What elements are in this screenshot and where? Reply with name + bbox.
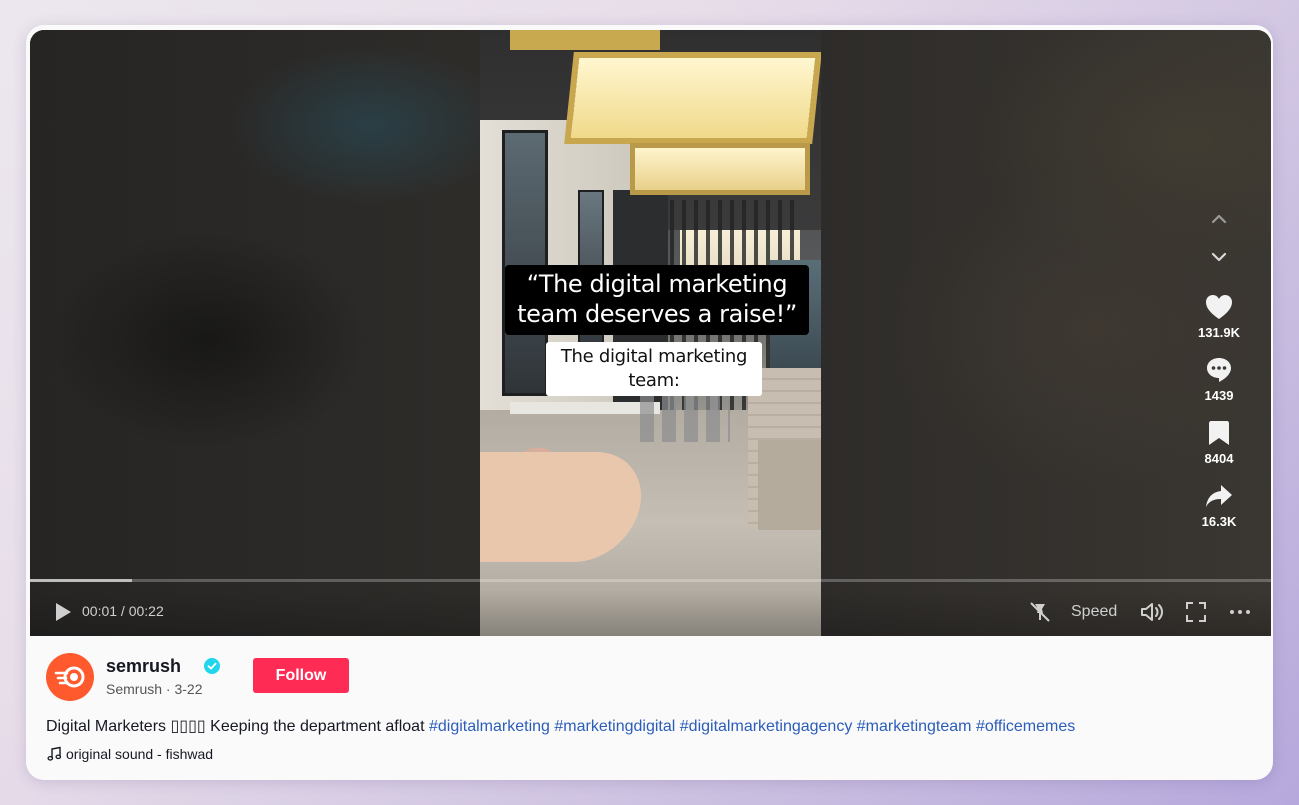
comment-count: 1439 xyxy=(1204,388,1234,403)
follow-button[interactable]: Follow xyxy=(253,658,349,693)
hashtag-link[interactable]: #digitalmarketingagency xyxy=(680,718,853,735)
verified-icon xyxy=(204,658,220,674)
hashtag-link[interactable]: #digitalmarketing xyxy=(429,718,550,735)
author-date: Semrush · 3-22 xyxy=(106,681,203,697)
like-action: 131.9K xyxy=(1189,291,1249,340)
save-button[interactable] xyxy=(1203,417,1235,449)
bookmark-icon xyxy=(1209,421,1229,445)
side-controls: 131.9K 1439 8404 16.3K xyxy=(1189,205,1249,529)
username[interactable]: semrush xyxy=(106,656,181,677)
share-action: 16.3K xyxy=(1189,480,1249,529)
speed-button[interactable]: Speed xyxy=(1071,599,1117,625)
like-button[interactable] xyxy=(1203,291,1235,323)
save-count: 8404 xyxy=(1204,451,1234,466)
more-button[interactable] xyxy=(1228,599,1252,625)
comment-button[interactable] xyxy=(1203,354,1235,386)
player-control-bar: 00:01 / 00:22 Speed xyxy=(30,590,1271,636)
share-count: 16.3K xyxy=(1201,514,1237,529)
description-text: Digital Marketers ▯▯▯▯ Keeping the depar… xyxy=(46,718,425,735)
avatar[interactable] xyxy=(46,653,94,701)
floating-player-icon xyxy=(1030,602,1050,622)
video-player[interactable]: “The digital marketing team deserves a r… xyxy=(30,30,1271,636)
fullscreen-button[interactable] xyxy=(1185,599,1207,625)
hashtag-link[interactable]: #officememes xyxy=(976,718,1075,735)
volume-icon xyxy=(1141,603,1163,621)
play-icon[interactable] xyxy=(52,601,74,623)
chevron-down-icon[interactable] xyxy=(1204,243,1234,271)
comment-icon xyxy=(1207,358,1231,382)
progress-fill xyxy=(30,579,132,582)
sound-label: original sound - fishwad xyxy=(66,746,214,762)
floating-player-button[interactable] xyxy=(1028,599,1052,625)
chevron-up-icon[interactable] xyxy=(1204,205,1234,233)
fullscreen-icon xyxy=(1186,602,1206,622)
share-icon xyxy=(1206,485,1232,507)
heart-icon xyxy=(1206,295,1232,319)
video-card: “The digital marketing team deserves a r… xyxy=(26,25,1273,780)
hashtag-link[interactable]: #marketingteam xyxy=(857,718,972,735)
comment-action: 1439 xyxy=(1189,354,1249,403)
hashtag-link[interactable]: #marketingdigital xyxy=(554,718,675,735)
volume-button[interactable] xyxy=(1139,599,1165,625)
playback-time: 00:01 / 00:22 xyxy=(82,603,164,619)
music-note-icon xyxy=(47,746,62,761)
video-caption-secondary: The digital marketing team: xyxy=(546,342,762,396)
share-button[interactable] xyxy=(1203,480,1235,512)
semrush-logo-icon xyxy=(54,666,85,688)
post-description: Digital Marketers ▯▯▯▯ Keeping the depar… xyxy=(46,716,1075,736)
sound-link[interactable]: original sound - fishwad xyxy=(46,746,213,762)
more-icon xyxy=(1230,610,1250,614)
like-count: 131.9K xyxy=(1198,325,1240,340)
video-caption-primary: “The digital marketing team deserves a r… xyxy=(505,265,809,335)
save-action: 8404 xyxy=(1189,417,1249,466)
progress-bar[interactable] xyxy=(30,579,1271,582)
